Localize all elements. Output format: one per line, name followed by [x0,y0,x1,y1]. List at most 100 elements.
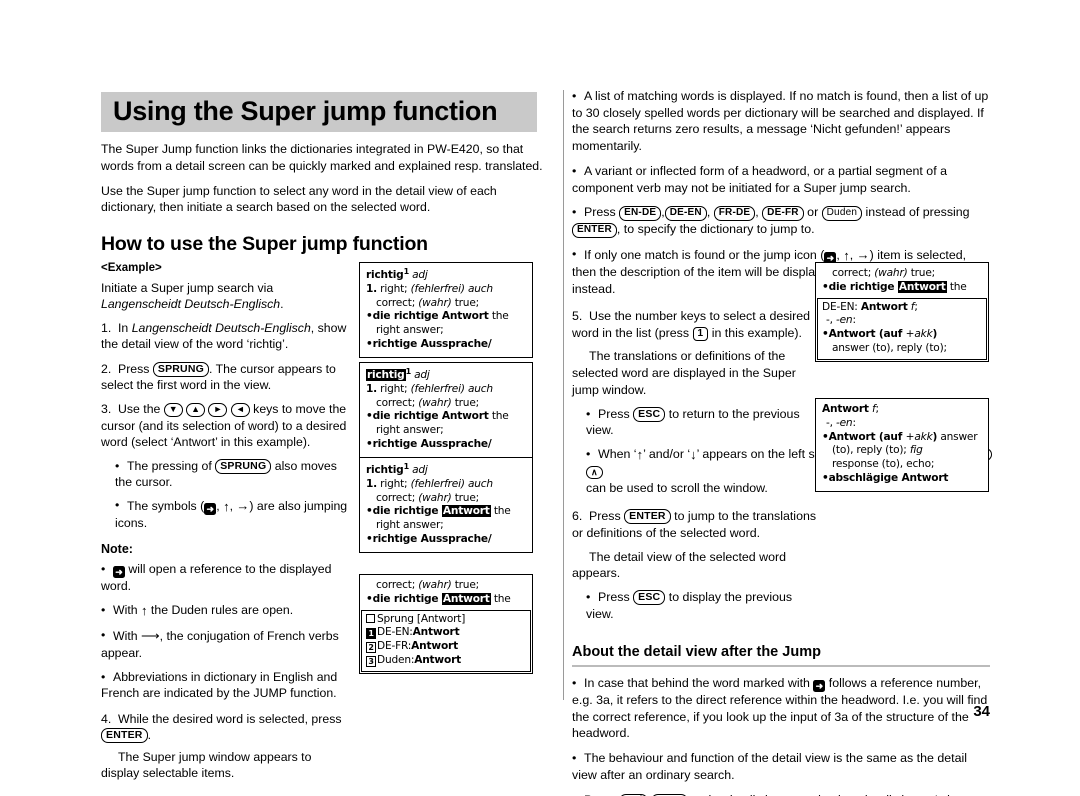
lcd-line: DE‑EN: Antwort f; [822,300,918,313]
screen-detail-view-richtig: richtig1 adj 1. right; (fehlerfrei) auch… [359,262,533,358]
about-bullet-2-body: The behaviour and function of the detail… [572,751,967,782]
bullet-dot: • [572,163,577,178]
menu-item-label-a: DE-FR: [377,640,412,653]
duden-key[interactable]: Duden [821,206,863,221]
enter-key[interactable]: ENTER [572,223,617,238]
lcd-line: Antwort f; [822,403,879,415]
about-bullet-3: • Press 2nd ENTF at the detail view to g… [572,792,990,796]
note-bullet-4-body: Abbreviations in dictionary in English a… [101,670,338,701]
step-6-body: Press ENTER to jump to the translations … [572,509,816,540]
right-bullet-2-body: A variant or inflected form of a headwor… [572,163,947,195]
lcd-line: -, -en: [826,314,856,327]
super-jump-window: DE‑EN: Antwort f; -, -en: •Antwort (auf … [817,297,987,360]
number-1-key[interactable]: 1 [692,326,709,342]
about-bullet-1-body: In case that behind the word marked with… [572,676,987,740]
sprung-key[interactable]: SPRUNG [152,361,209,377]
scroll-text-b: ’ and/or ‘ [643,447,691,462]
step-2: 2. Press SPRUNG. The cursor appears to s… [101,361,351,394]
lcd-line: richtig1 adj [366,267,428,281]
up-arrow-key[interactable]: ▲ [186,403,206,417]
page-title-banner: Using the Super jump function [101,92,537,133]
note-bullet-1-body: ➜ will open a reference to the displayed… [101,562,331,593]
menu-item-sprung[interactable]: Sprung [Antwort] [366,613,526,627]
lcd-line: 1. right; (fehlerfrei) auch [366,282,493,295]
step-4-continuation-body: The Super jump window appears to display… [101,749,312,780]
example-intro: Initiate a Super jump search via Langens… [101,280,351,312]
note-1-text: will open a reference to the displayed w… [101,561,332,593]
lcd-line: •die richtige Antwort the [366,505,511,518]
step-4: 4. While the desired word is selected, p… [101,711,351,744]
left-arrow-key[interactable]: ◄ [230,403,250,417]
step-1-dictionary: Langenscheidt Deutsch-Englisch [131,321,311,336]
page-title: Using the Super jump function [113,96,498,126]
bullet-dot: • [101,603,106,618]
enter-key[interactable]: ENTER [101,728,148,744]
number-2-icon[interactable]: 2 [366,642,376,654]
super-jump-menu-list: Sprung [Antwort] 1 DE-EN:Antwort 2 DE-FR:A… [361,609,531,672]
note-2-text-b: the Duden rules are open. [147,603,294,618]
step-4-continuation: The Super jump window appears to display… [101,749,351,782]
step-6-paragraph-2: The detail view of the selected word app… [572,549,817,582]
esc-key[interactable]: ESC [633,406,666,422]
right-bullet-3-body: Press EN-DE, DE-EN, FR-DE, DE-FR or Duden… [572,205,970,238]
bullet-dot: • [101,628,106,643]
checkbox-icon[interactable] [366,613,375,623]
esc-text-a: Press [598,406,634,421]
step-2-text-a: Press [118,361,153,376]
lcd-line: richtig1 adj [366,462,428,476]
lcd-line: •richtige Aussprache/ [366,532,492,545]
lcd-line: correct; (wahr) true; [376,491,480,504]
lcd-line: -, -en: [826,416,856,429]
sprung-key-2[interactable]: SPRUNG [215,458,272,474]
enter-key[interactable]: ENTER [624,509,671,525]
about-bullet-2: • The behaviour and function of the deta… [572,750,990,783]
jump-icon: ➜ [204,503,217,516]
page-number: 34 [973,703,990,720]
bullet-dot: • [586,447,591,462]
scroll-text-e: can be used to scroll the window. [586,481,768,496]
lcd-line: response (to), echo; [832,458,935,471]
number-3-icon[interactable]: 3 [366,655,376,667]
fr-de-key[interactable]: FR-DE [713,206,756,221]
step-5: 5. Use the number keys to select a desir… [572,308,817,342]
de-fr-key[interactable]: DE-FR [762,206,804,221]
menu-item-de-en[interactable]: 1 DE-EN:Antwort [366,626,526,640]
right-arrow-icon: → [856,246,870,262]
number-1-icon[interactable]: 1 [366,628,376,640]
step-4-text-a: While the desired word is selected, pres… [118,711,342,726]
step-4-body: While the desired word is selected, pres… [101,711,342,744]
page-up-key[interactable]: ∧ [586,465,603,479]
step-1: 1. In Langenscheidt Deutsch-Englisch, sh… [101,320,351,353]
bullet-dot: • [572,246,577,261]
scroll-text-a: When ‘ [598,447,637,462]
menu-item-label: Sprung [Antwort] [377,612,466,625]
de-en-key[interactable]: DE-EN [664,206,707,221]
esc-key[interactable]: ESC [633,589,666,606]
down-arrow-key[interactable]: ▼ [163,403,183,417]
step-6-text-a: Press [589,509,625,524]
menu-item-de-fr[interactable]: 2 DE-FR:Antwort [366,640,526,654]
lcd-line: •die richtige Antwort the [366,310,509,323]
lcd-line: richtig1 adj [366,367,430,381]
example-label: <Example> [101,261,162,274]
lcd-line: •Antwort (auf +akk) [822,328,938,341]
lcd-line: right answer; [376,424,444,437]
column-divider [563,90,564,700]
en-de-key[interactable]: EN-DE [619,206,662,221]
step-1-number: 1. [101,321,112,336]
bullet-dot: • [115,498,120,513]
step-3-body: Use the ▼ ▲ ► ◄ keys to move the cursor … [101,402,346,449]
bullet-dot: • [586,406,591,421]
menu-item-label-a: Duden: [377,653,415,666]
lcd-line: 1. right; (fehlerfrei) auch [366,382,493,395]
right-arrow-key[interactable]: ► [208,403,228,417]
screen-super-jump-menu: correct; (wahr) true; •die richtige Antw… [359,574,533,674]
lcd-line: •richtige Aussprache/ [366,437,492,450]
press-text-a: Press [584,205,620,220]
sub1-text-a: The pressing of [127,458,216,473]
lcd-line: •abschlägige Antwort [822,471,949,484]
menu-item-label-b: Antwort [414,653,461,666]
press-text-c: , to specify the dictionary to jump to. [616,222,815,237]
menu-item-duden[interactable]: 3 Duden:Antwort [366,654,526,668]
step-3-subbullet-1: • The pressing of SPRUNG also moves the … [115,458,351,491]
